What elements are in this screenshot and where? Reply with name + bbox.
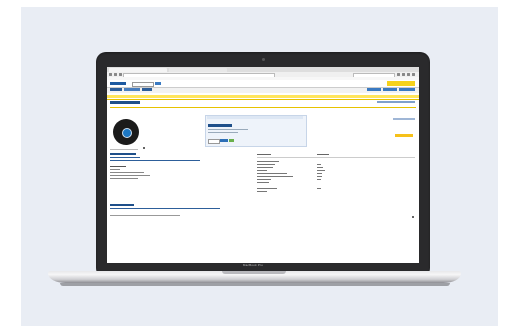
- table-cell: [257, 191, 267, 192]
- table-cell: [317, 176, 322, 177]
- nav-item[interactable]: [142, 88, 152, 91]
- table-cell: [257, 176, 293, 177]
- price-note: [208, 129, 248, 130]
- reload-icon[interactable]: [119, 73, 122, 76]
- toolbar-icon[interactable]: [402, 73, 405, 76]
- model-label: MacBook Pro: [242, 263, 264, 267]
- table-header: [317, 154, 329, 156]
- wishlist-button[interactable]: [229, 139, 234, 142]
- laptop-screen: [107, 67, 419, 263]
- toolbar-icon[interactable]: [397, 73, 400, 76]
- scroll-top-icon[interactable]: [412, 216, 414, 218]
- brand-badge[interactable]: [387, 81, 415, 86]
- toolbar-icon[interactable]: [412, 73, 415, 76]
- page-title: [110, 101, 140, 104]
- buy-box-header: [207, 116, 303, 119]
- nav-right-item[interactable]: [367, 88, 381, 91]
- add-to-cart-button[interactable]: [220, 139, 228, 142]
- nav-right-item[interactable]: [399, 88, 415, 91]
- spec-line: [110, 178, 138, 179]
- description-line: [110, 157, 140, 159]
- spec-heading: [110, 166, 126, 168]
- table-cell: [317, 164, 321, 165]
- footnote: [110, 215, 180, 216]
- section-heading: [110, 153, 136, 155]
- table-cell: [317, 170, 325, 171]
- spec-line: [110, 169, 120, 170]
- search-button[interactable]: [155, 82, 161, 85]
- forward-icon[interactable]: [114, 73, 117, 76]
- laptop-base-shadow: [60, 283, 450, 286]
- buy-box: [205, 115, 307, 147]
- nav-item[interactable]: [110, 88, 122, 91]
- notice-bar: [107, 95, 419, 98]
- table-cell: [257, 182, 269, 183]
- table-header: [257, 154, 271, 156]
- table-cell: [257, 170, 267, 171]
- toolbar-icon[interactable]: [407, 73, 410, 76]
- table-cell: [317, 167, 323, 168]
- table-cell: [257, 173, 287, 174]
- camera-icon: [262, 58, 265, 61]
- product-label: [122, 128, 132, 138]
- site-logo[interactable]: [110, 82, 126, 85]
- side-link[interactable]: [393, 118, 415, 120]
- table-cell: [257, 188, 277, 189]
- table-cell: [317, 173, 322, 174]
- page-links[interactable]: [377, 101, 415, 103]
- side-action-button[interactable]: [395, 134, 413, 137]
- back-icon[interactable]: [109, 73, 112, 76]
- table-cell: [257, 164, 275, 165]
- spec-line: [110, 172, 144, 173]
- related-links[interactable]: [110, 208, 220, 210]
- quantity-field[interactable]: [208, 139, 220, 144]
- price-note: [208, 132, 238, 133]
- image-caption: [110, 149, 138, 150]
- description-line: [110, 160, 200, 162]
- table-cell: [257, 167, 273, 168]
- table-cell: [317, 188, 321, 189]
- laptop-notch: [222, 271, 286, 274]
- title-divider: [110, 107, 416, 108]
- zoom-icon[interactable]: [143, 147, 145, 149]
- nav-item[interactable]: [124, 88, 140, 91]
- table-cell: [257, 179, 271, 180]
- nav-right-item[interactable]: [383, 88, 397, 91]
- related-heading: [110, 204, 134, 206]
- table-cell: [317, 179, 321, 180]
- spec-line: [110, 175, 150, 176]
- product-price: [208, 124, 232, 127]
- table-cell: [257, 161, 279, 162]
